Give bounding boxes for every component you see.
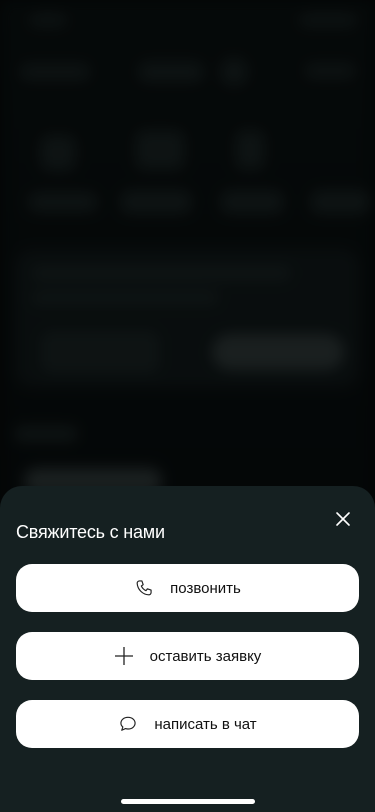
- write-to-chat-button[interactable]: написать в чат: [16, 700, 359, 748]
- plus-icon: [114, 646, 134, 666]
- call-button[interactable]: позвонить: [16, 564, 359, 612]
- sheet-title: Свяжитесь с нами: [16, 522, 165, 542]
- home-indicator: [121, 799, 255, 804]
- leave-request-button-label: оставить заявку: [149, 647, 262, 665]
- phone-icon: [134, 578, 154, 598]
- leave-request-button[interactable]: оставить заявку: [16, 632, 359, 680]
- close-icon: [336, 512, 350, 526]
- chat-bubble-icon: [118, 714, 138, 734]
- close-button[interactable]: [331, 507, 355, 531]
- write-to-chat-button-label: написать в чат: [154, 715, 257, 733]
- call-button-label: позвонить: [170, 579, 241, 597]
